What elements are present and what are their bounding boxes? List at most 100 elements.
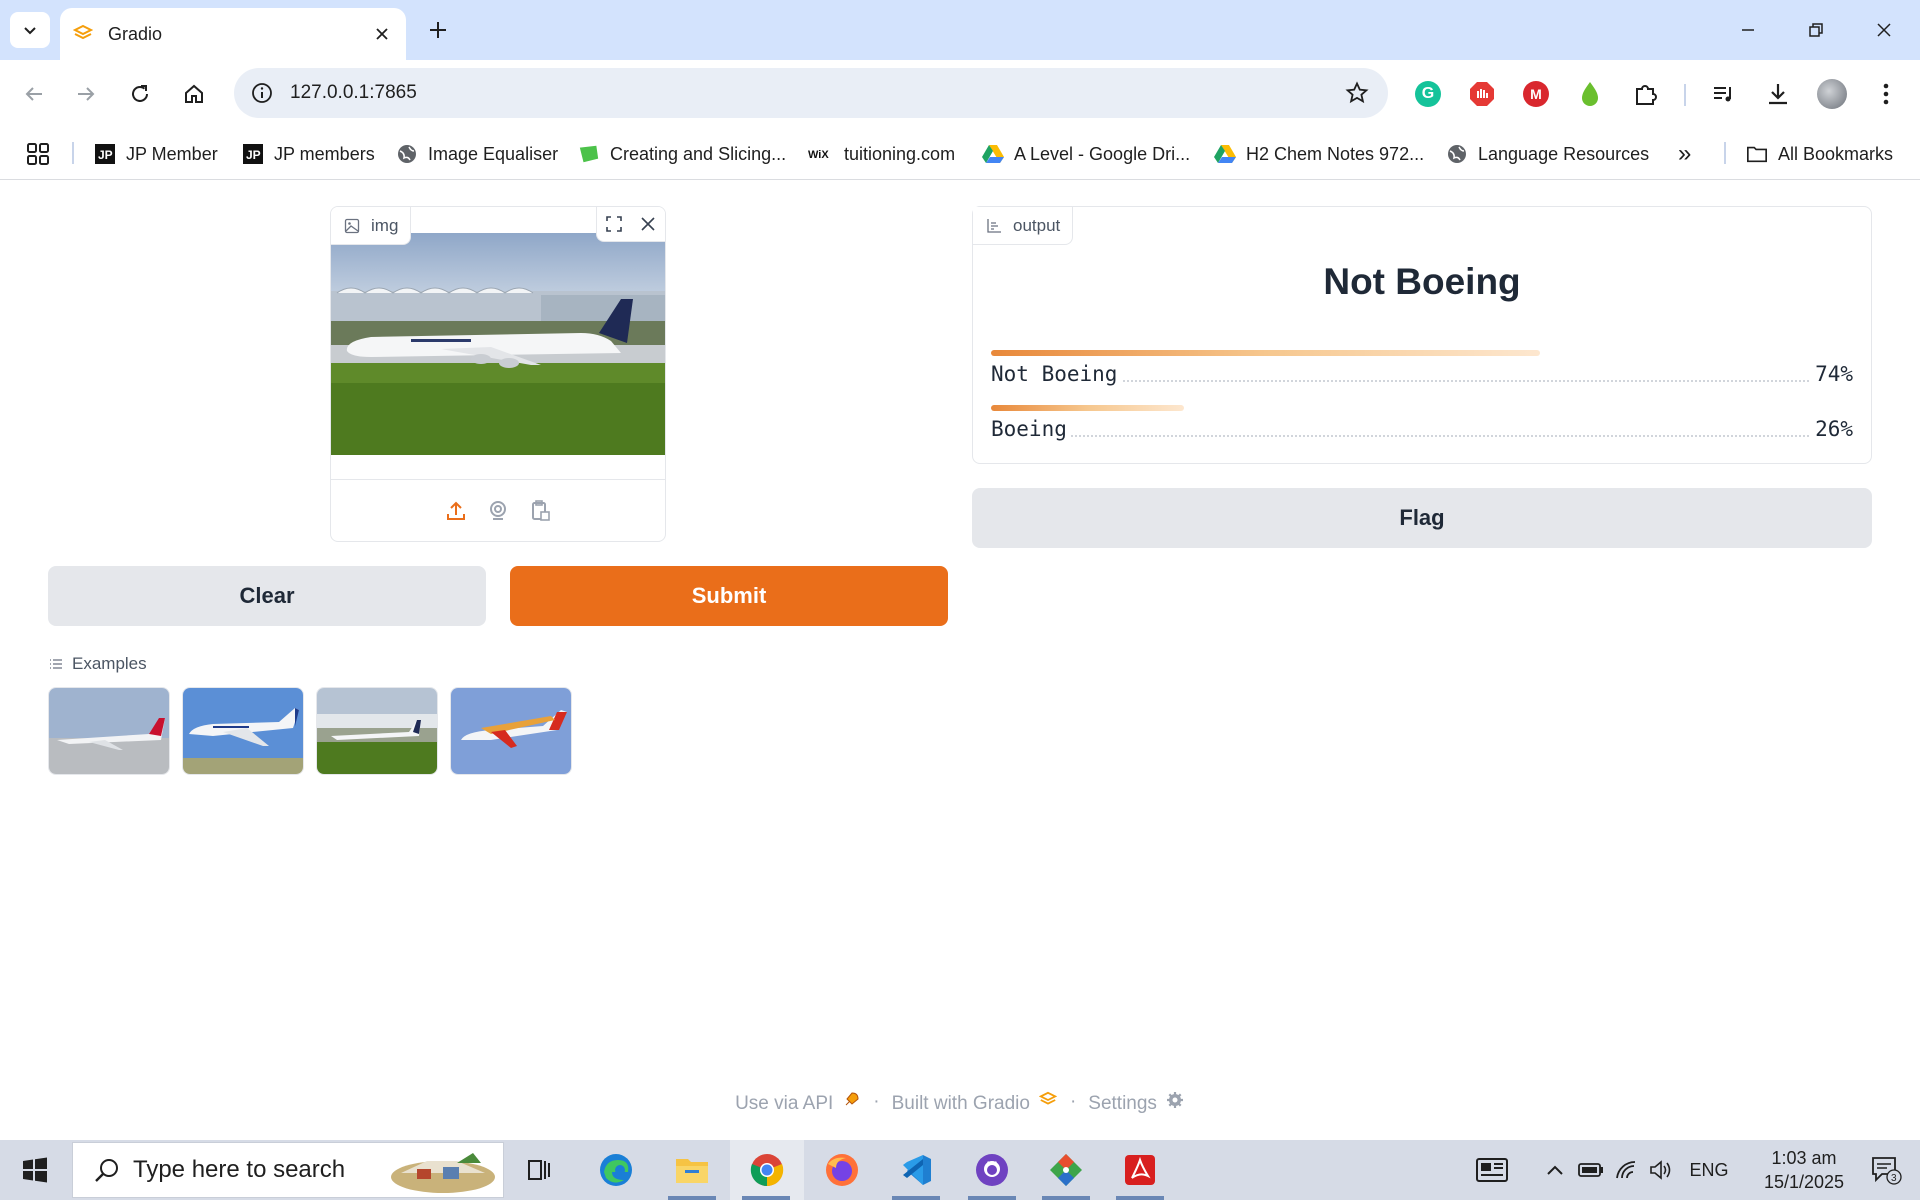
news-widget-icon[interactable] — [1466, 1140, 1518, 1200]
bookmark-creating-and-slicing[interactable]: Creating and Slicing... — [578, 138, 786, 170]
example-thumbnail-2[interactable] — [182, 687, 304, 775]
vscode-icon[interactable] — [880, 1140, 952, 1200]
firefox-icon[interactable] — [806, 1140, 878, 1200]
browser-tab-gradio[interactable]: Gradio — [60, 8, 406, 60]
upload-icon[interactable] — [442, 497, 470, 525]
taskbar-clock[interactable]: 1:03 am 15/1/2025 — [1744, 1146, 1864, 1194]
home-button[interactable] — [174, 74, 214, 114]
wifi-icon[interactable] — [1612, 1140, 1642, 1200]
close-icon[interactable] — [631, 207, 665, 241]
confidence-bar — [991, 405, 1184, 411]
avatar[interactable] — [1816, 78, 1848, 110]
forward-button[interactable] — [66, 74, 106, 114]
restore-window-button[interactable] — [1794, 10, 1838, 50]
battery-icon[interactable] — [1576, 1140, 1606, 1200]
example-thumbnail-3[interactable] — [316, 687, 438, 775]
confidence-bar — [991, 350, 1540, 356]
apps-grid-icon[interactable] — [26, 138, 50, 170]
volume-icon[interactable] — [1646, 1140, 1676, 1200]
bookmark-tuitioning[interactable]: WiX tuitioning.com — [808, 138, 955, 170]
edge-icon[interactable] — [580, 1140, 652, 1200]
image-source-selector — [331, 479, 665, 541]
taskbar-search-box[interactable]: Type here to search — [72, 1142, 504, 1198]
input-language-indicator[interactable]: ENG — [1684, 1140, 1734, 1200]
clock-time: 1:03 am — [1771, 1148, 1837, 1168]
confidence-row[interactable]: Boeing 26% — [991, 405, 1853, 455]
gear-icon — [1165, 1090, 1185, 1110]
confidence-value: 26% — [1815, 417, 1853, 441]
bookmark-jp-members[interactable]: JP JP members — [242, 138, 375, 170]
windows-start-button[interactable] — [0, 1140, 70, 1200]
use-via-api-link[interactable]: Use via API — [735, 1090, 861, 1115]
arrow-right-icon — [78, 87, 95, 101]
adblock-icon[interactable] — [1466, 78, 1498, 110]
drive-icon — [1214, 143, 1236, 165]
bookmark-label: JP members — [274, 143, 375, 164]
search-highlight-illustration — [387, 1147, 499, 1195]
webcam-icon[interactable] — [484, 497, 512, 525]
address-bar[interactable]: 127.0.0.1:7865 — [234, 68, 1388, 118]
back-button[interactable] — [14, 74, 54, 114]
bookmark-h2-chem-notes[interactable]: H2 Chem Notes 972... — [1214, 138, 1424, 170]
dotted-leader — [1071, 435, 1809, 437]
download-icon[interactable] — [1762, 78, 1794, 110]
example-thumbnail-4[interactable] — [450, 687, 572, 775]
reload-button[interactable] — [120, 74, 160, 114]
clear-button[interactable]: Clear — [48, 566, 486, 626]
bookmark-image-equaliser[interactable]: Image Equaliser — [396, 138, 558, 170]
dotted-leader — [1123, 380, 1809, 382]
more-menu-icon[interactable] — [1870, 78, 1902, 110]
image-actions — [596, 207, 665, 242]
image-input-block: img — [330, 206, 666, 542]
file-explorer-icon[interactable] — [656, 1140, 728, 1200]
fullscreen-icon[interactable] — [597, 207, 631, 241]
confidence-label: Not Boeing — [991, 362, 1118, 386]
plus-icon — [430, 22, 446, 38]
flag-button[interactable]: Flag — [972, 488, 1872, 548]
search-icon — [87, 1150, 127, 1190]
puzzle-icon[interactable] — [1630, 78, 1662, 110]
confidence-row[interactable]: Not Boeing 74% — [991, 350, 1853, 400]
drop-icon[interactable] — [1574, 78, 1606, 110]
home-icon — [185, 84, 203, 103]
drive-icon — [982, 143, 1004, 165]
bookmarks-overflow-button[interactable]: » — [1678, 138, 1691, 170]
git-icon[interactable] — [1030, 1140, 1102, 1200]
close-icon — [1877, 23, 1891, 37]
media-controls-icon[interactable] — [1708, 78, 1740, 110]
bookmark-label: A Level - Google Dri... — [1014, 143, 1191, 164]
close-tab-icon[interactable] — [370, 22, 394, 46]
site-info-icon[interactable] — [250, 81, 274, 105]
bookmark-jp-member[interactable]: JP JP Member — [94, 138, 218, 170]
examples-label: Examples — [48, 653, 147, 675]
restore-icon — [1809, 23, 1823, 37]
bookmark-label: Image Equaliser — [428, 143, 559, 164]
arrow-left-icon — [25, 87, 42, 101]
clipboard-icon[interactable] — [526, 497, 554, 525]
minimize-window-button[interactable] — [1726, 10, 1770, 50]
built-with-gradio-link[interactable]: Built with Gradio — [892, 1090, 1058, 1115]
task-view-icon[interactable] — [504, 1140, 576, 1200]
settings-link[interactable]: Settings — [1088, 1090, 1185, 1115]
bookmark-language-resources[interactable]: Language Resources — [1446, 138, 1649, 170]
chrome-icon[interactable] — [730, 1140, 804, 1200]
bookmark-label: Language Resources — [1478, 143, 1650, 164]
url-text[interactable]: 127.0.0.1:7865 — [290, 82, 417, 104]
all-bookmarks-button[interactable]: All Bookmarks — [1746, 138, 1893, 170]
browser-tab-bar: Gradio — [0, 0, 1920, 60]
close-window-button[interactable] — [1862, 10, 1906, 50]
acrobat-icon[interactable] — [1104, 1140, 1176, 1200]
minimize-icon — [1742, 29, 1754, 31]
mega-icon[interactable]: M — [1520, 78, 1552, 110]
tab-search-button[interactable] — [10, 12, 50, 48]
grammarly-icon[interactable]: G — [1412, 78, 1444, 110]
bookmark-a-level-drive[interactable]: A Level - Google Dri... — [982, 138, 1190, 170]
search-placeholder: Type here to search — [133, 1156, 346, 1183]
bookmark-star-icon[interactable] — [1344, 80, 1370, 106]
submit-button[interactable]: Submit — [510, 566, 948, 626]
notifications-icon[interactable]: 3 — [1862, 1140, 1910, 1200]
example-thumbnail-1[interactable] — [48, 687, 170, 775]
show-hidden-icons-icon[interactable] — [1538, 1140, 1572, 1200]
new-tab-button[interactable] — [422, 14, 454, 46]
github-desktop-icon[interactable] — [956, 1140, 1028, 1200]
